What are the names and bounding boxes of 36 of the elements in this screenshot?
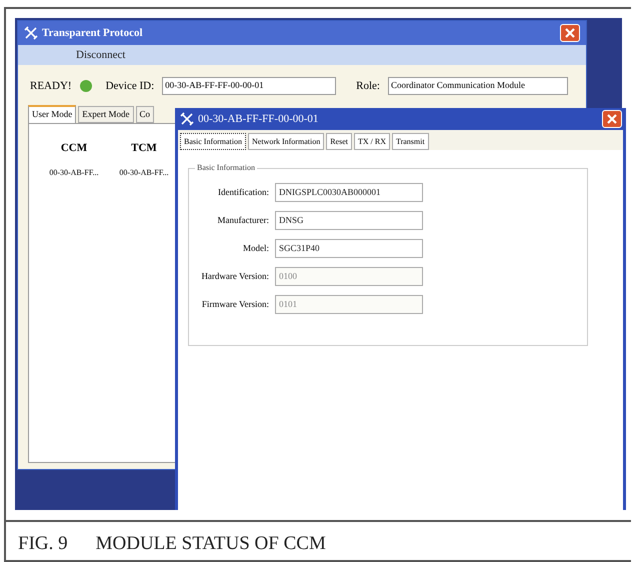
figure-number: FIG. 9 <box>18 532 68 556</box>
tools-icon <box>24 26 38 40</box>
tools-icon <box>180 112 194 126</box>
table-cell-text: 00-30-AB-FF... <box>48 166 100 178</box>
input-field[interactable]: SGC31P40 <box>275 239 423 258</box>
field-label: Model: <box>242 242 269 255</box>
tab[interactable]: Co <box>136 106 154 123</box>
field-label: Identification: <box>217 186 269 199</box>
device-id-field[interactable]: 00-30-AB-FF-FF-00-00-01 <box>162 77 336 95</box>
close-button[interactable] <box>602 110 622 128</box>
dialog-title: 00-30-AB-FF-FF-00-00-01 <box>198 112 318 127</box>
table-cell-text: 00-30-AB-FF... <box>118 166 170 178</box>
tab[interactable]: TX / RX <box>354 133 390 150</box>
menu-item[interactable]: Disconnect <box>76 46 126 64</box>
tab[interactable]: Basic Information <box>180 133 246 150</box>
role-field[interactable]: Coordinator Communication Module <box>388 77 568 95</box>
input-field[interactable]: DNSG <box>275 211 423 230</box>
field-label: Firmware Version: <box>200 298 269 311</box>
column-header: CCM <box>60 141 88 156</box>
field-label: Manufacturer: <box>216 214 269 227</box>
window-title: Transparent Protocol <box>42 26 143 41</box>
input-field[interactable]: DNIGSPLC0030AB000001 <box>275 183 423 202</box>
tab[interactable]: User Mode <box>28 105 76 123</box>
figure-caption: MODULE STATUS OF CCM <box>96 532 326 556</box>
tab[interactable]: Transmit <box>392 133 429 150</box>
close-icon <box>565 28 575 38</box>
tab[interactable]: Reset <box>326 133 352 150</box>
device-id-label: Device ID: <box>106 78 154 94</box>
close-icon <box>607 114 617 124</box>
close-button[interactable] <box>560 24 580 42</box>
status-label: READY! <box>30 78 72 94</box>
role-label: Role: <box>356 78 380 94</box>
field-label: Hardware Version: <box>200 270 269 283</box>
tab[interactable]: Expert Mode <box>78 106 134 123</box>
column-header: TCM <box>130 141 158 156</box>
tab[interactable]: Network Information <box>248 133 324 150</box>
